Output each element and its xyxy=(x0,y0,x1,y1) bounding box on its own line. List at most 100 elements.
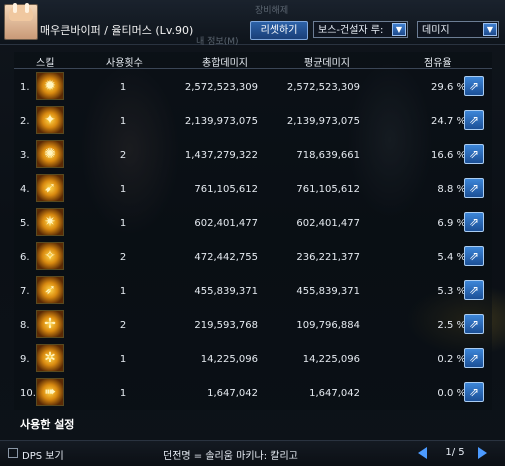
next-page-icon[interactable] xyxy=(478,447,487,459)
rank-label: 3. xyxy=(20,150,30,161)
table-row: 8. ✢ 2 219,593,768 109,796,884 2.5 % ⇗ xyxy=(14,308,492,342)
share-percent: 2.5 % xyxy=(437,320,466,331)
avg-damage: 761,105,612 xyxy=(296,184,360,195)
use-count: 2 xyxy=(119,150,127,161)
metric-select[interactable]: 데미지 ▼ xyxy=(417,21,499,38)
total-damage: 2,572,523,309 xyxy=(184,82,258,93)
col-skill: 스킬 xyxy=(36,58,55,69)
skill-glyph: ✦ xyxy=(44,112,56,128)
total-damage: 14,225,096 xyxy=(200,354,258,365)
avg-damage: 455,839,371 xyxy=(296,286,360,297)
skill-glyph: ✧ xyxy=(44,248,56,264)
table-row: 5. ✷ 1 602,401,477 602,401,477 6.9 % ⇗ xyxy=(14,206,492,240)
detail-open-icon[interactable]: ⇗ xyxy=(464,178,484,198)
chevron-down-icon: ▼ xyxy=(392,23,406,36)
skill-glyph: ➠ xyxy=(44,384,56,400)
g0-skill-icon: ✦ xyxy=(36,106,64,134)
use-count: 1 xyxy=(119,184,127,195)
avg-damage: 14,225,096 xyxy=(302,354,360,365)
col-uses: 사용횟수 xyxy=(106,58,143,69)
dash-skill-icon: ➠ xyxy=(36,378,64,406)
total-damage: 1,437,279,322 xyxy=(184,150,258,161)
share-percent: 6.9 % xyxy=(437,218,466,229)
detail-open-icon[interactable]: ⇗ xyxy=(464,246,484,266)
total-damage: 1,647,042 xyxy=(207,388,258,399)
prev-page-icon[interactable] xyxy=(418,447,427,459)
avg-damage: 109,796,884 xyxy=(296,320,360,331)
detail-open-icon[interactable]: ⇗ xyxy=(464,76,484,96)
rank-label: 2. xyxy=(20,116,30,127)
avg-damage: 1,647,042 xyxy=(309,388,360,399)
bottom-bar: DPS 보기 던전명 = 솔리움 마키나: 칼리고 1/ 5 xyxy=(0,440,505,466)
detail-open-icon[interactable]: ⇗ xyxy=(464,382,484,402)
share-percent: 0.2 % xyxy=(437,354,466,365)
rank-label: 1. xyxy=(20,82,30,93)
target-select[interactable]: 보스-건설자 루: ▼ xyxy=(313,21,408,38)
dps-header: 장비해제 내 정보(M) 매우큰바이퍼 / 율티머스 (Lv.90) 리셋하기 … xyxy=(0,0,505,47)
detail-open-icon[interactable]: ⇗ xyxy=(464,212,484,232)
table-row: 10. ➠ 1 1,647,042 1,647,042 0.0 % ⇗ xyxy=(14,376,492,410)
used-setting-label: 사용한 설정 xyxy=(20,418,75,431)
character-name: 매우큰바이퍼 / 율티머스 (Lv.90) xyxy=(40,24,194,37)
share-percent: 8.8 % xyxy=(437,184,466,195)
table-row: 9. ✲ 1 14,225,096 14,225,096 0.2 % ⇗ xyxy=(14,342,492,376)
rank-label: 10. xyxy=(20,388,36,399)
avg-damage: 2,572,523,309 xyxy=(286,82,360,93)
use-count: 1 xyxy=(119,354,127,365)
g2-skill-icon: ✢ xyxy=(36,310,64,338)
rank-label: 5. xyxy=(20,218,30,229)
skill-glyph: ✷ xyxy=(44,214,56,230)
skill-glyph: ✲ xyxy=(44,350,56,366)
col-share: 점유율 xyxy=(424,58,452,69)
rank-label: 6. xyxy=(20,252,30,263)
g1-skill-icon: ✧ xyxy=(36,242,64,270)
beam-skill-icon: ➶ xyxy=(36,276,64,304)
detail-open-icon[interactable]: ⇗ xyxy=(464,348,484,368)
skill-glyph: ✹ xyxy=(44,78,56,94)
share-percent: 0.0 % xyxy=(437,388,466,399)
gear-skill-icon: ✺ xyxy=(36,140,64,168)
table-row: 3. ✺ 2 1,437,279,322 718,639,661 16.6 % ⇗ xyxy=(14,138,492,172)
burst-skill-icon: ✷ xyxy=(36,208,64,236)
total-damage: 761,105,612 xyxy=(194,184,258,195)
table-row: 7. ➶ 1 455,839,371 455,839,371 5.3 % ⇗ xyxy=(14,274,492,308)
total-damage: 455,839,371 xyxy=(194,286,258,297)
table-row: 2. ✦ 1 2,139,973,075 2,139,973,075 24.7 % ⇗ xyxy=(14,104,492,138)
chevron-down-icon: ▼ xyxy=(483,23,497,36)
use-count: 1 xyxy=(119,116,127,127)
col-avg-damage: 평균데미지 xyxy=(304,58,350,69)
use-count: 1 xyxy=(119,218,127,229)
detail-open-icon[interactable]: ⇗ xyxy=(464,144,484,164)
share-percent: 5.4 % xyxy=(437,252,466,263)
skill-glyph: ➶ xyxy=(44,282,56,298)
share-percent: 5.3 % xyxy=(437,286,466,297)
detail-open-icon[interactable]: ⇗ xyxy=(464,280,484,300)
share-percent: 24.7 % xyxy=(431,116,466,127)
detail-open-icon[interactable]: ⇗ xyxy=(464,314,484,334)
dps-checkbox[interactable] xyxy=(8,448,18,458)
table-header: 스킬 사용횟수 총합데미지 평균데미지 점유율 xyxy=(14,52,492,69)
total-damage: 219,593,768 xyxy=(194,320,258,331)
character-avatar xyxy=(4,3,38,40)
avg-damage: 718,639,661 xyxy=(296,150,360,161)
table-row: 6. ✧ 2 472,442,755 236,221,377 5.4 % ⇗ xyxy=(14,240,492,274)
mech-skill-icon: ✲ xyxy=(36,344,64,372)
col-total-damage: 총합데미지 xyxy=(202,58,248,69)
skill-glyph: ➹ xyxy=(44,180,56,196)
total-damage: 472,442,755 xyxy=(194,252,258,263)
detail-open-icon[interactable]: ⇗ xyxy=(464,110,484,130)
metric-select-value: 데미지 xyxy=(422,25,450,36)
target-select-value: 보스-건설자 루: xyxy=(318,25,384,36)
rank-label: 9. xyxy=(20,354,30,365)
table-row: 1. ✹ 1 2,572,523,309 2,572,523,309 29.6 % ⇗ xyxy=(14,70,492,104)
avg-damage: 2,139,973,075 xyxy=(286,116,360,127)
rank-label: 7. xyxy=(20,286,30,297)
total-damage: 602,401,477 xyxy=(194,218,258,229)
avg-damage: 602,401,477 xyxy=(296,218,360,229)
table-row: 4. ➹ 1 761,105,612 761,105,612 8.8 % ⇗ xyxy=(14,172,492,206)
skill-damage-table: 스킬 사용횟수 총합데미지 평균데미지 점유율 1. ✹ 1 2,572,523,30… xyxy=(14,52,492,410)
use-count: 1 xyxy=(119,388,127,399)
share-percent: 16.6 % xyxy=(431,150,466,161)
share-percent: 29.6 % xyxy=(431,82,466,93)
reset-button[interactable]: 리셋하기 xyxy=(250,21,308,40)
